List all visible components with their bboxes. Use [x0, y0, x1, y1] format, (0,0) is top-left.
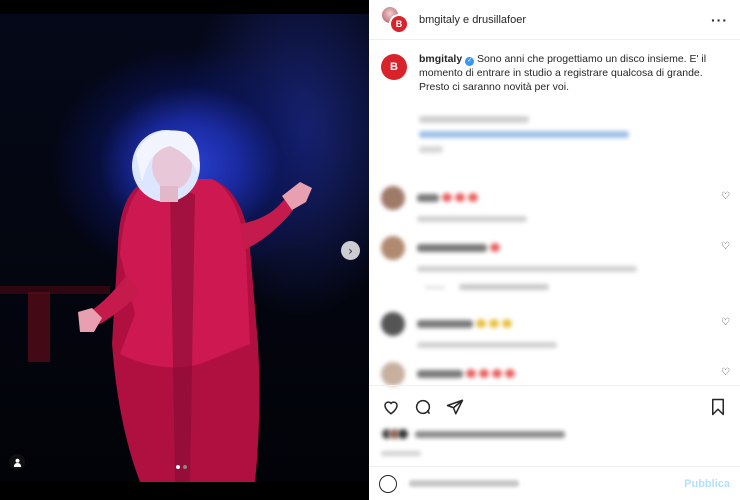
next-image-button[interactable]: ›	[341, 241, 360, 260]
comment-avatar[interactable]	[381, 362, 405, 386]
post-side-panel: B bmgitaly e drusillafoer ··· B bmgitaly…	[369, 0, 740, 500]
carousel-dot-active	[176, 465, 180, 469]
like-comment-icon[interactable]: ♡	[721, 318, 731, 328]
caption-hashtags-blurred	[419, 116, 740, 153]
comment-input-placeholder-blurred[interactable]	[409, 480, 519, 487]
like-comment-icon[interactable]: ♡	[721, 192, 731, 202]
verified-badge-icon: ✓	[465, 57, 475, 66]
comment-item: ♡	[381, 312, 731, 348]
user-tag-button[interactable]	[9, 454, 25, 470]
like-comment-icon[interactable]: ♡	[721, 368, 731, 378]
like-comment-icon[interactable]: ♡	[721, 242, 731, 252]
post-authors[interactable]: bmgitaly e drusillafoer	[419, 14, 711, 26]
publish-button[interactable]: Pubblica	[684, 478, 730, 490]
post-media[interactable]: ›	[0, 0, 369, 500]
emoji-icon[interactable]	[379, 474, 397, 493]
share-send-icon	[446, 399, 464, 414]
caption-body: Sono anni che progettiamo un disco insie…	[419, 53, 707, 93]
comment-item: ♡	[381, 362, 731, 386]
comment-avatar[interactable]	[381, 186, 405, 210]
add-comment-bar: Pubblica	[369, 466, 740, 500]
chevron-right-icon: ›	[348, 243, 353, 258]
more-options-button[interactable]: ···	[711, 12, 728, 28]
more-horizontal-icon: ···	[711, 11, 728, 28]
comment-icon	[415, 399, 431, 414]
comment-button[interactable]	[413, 397, 433, 417]
author-avatars[interactable]: B	[381, 5, 409, 34]
likes-summary-blurred[interactable]	[381, 428, 565, 440]
post-date-blurred	[381, 451, 421, 456]
user-tag-icon	[13, 458, 21, 467]
caption-username[interactable]: bmgitaly	[419, 53, 462, 65]
post-photo	[0, 14, 369, 482]
save-button[interactable]	[708, 397, 728, 417]
like-button[interactable]	[381, 397, 401, 417]
caption-author-avatar[interactable]: B	[381, 54, 407, 80]
author-avatar: B	[389, 13, 409, 34]
view-replies-blurred[interactable]	[425, 284, 549, 290]
bookmark-icon	[712, 398, 724, 415]
post-caption: B bmgitaly ✓ Sono anni che progettiamo u…	[369, 40, 740, 94]
share-button[interactable]	[445, 397, 465, 417]
heart-icon	[384, 400, 398, 415]
comment-item: ♡	[381, 186, 731, 222]
comment-item: ♡	[381, 236, 731, 272]
comment-avatar[interactable]	[381, 312, 405, 336]
carousel-dot	[183, 465, 187, 469]
post-actions-bar	[369, 385, 740, 427]
carousel-indicator	[176, 465, 187, 469]
comment-avatar[interactable]	[381, 236, 405, 260]
post-header: B bmgitaly e drusillafoer ···	[369, 0, 740, 40]
